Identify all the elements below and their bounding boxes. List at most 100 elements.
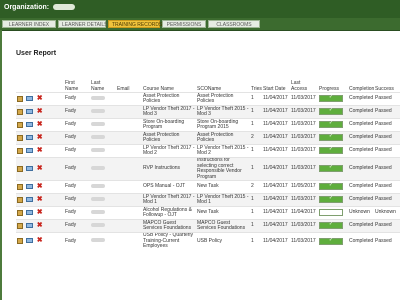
cell-email	[116, 93, 142, 106]
edit-icon[interactable]	[17, 108, 23, 115]
edit-icon[interactable]	[17, 196, 23, 203]
certificate-icon[interactable]	[26, 135, 34, 141]
cell-first-name: Fady	[65, 183, 77, 190]
cell-course-name: LP Vendor Theft 2017 - Mod 1	[143, 193, 195, 205]
delete-icon[interactable]: ✖	[37, 183, 43, 190]
header-success[interactable]: Success	[374, 76, 400, 93]
cell-first-name: Fady	[65, 95, 77, 102]
delete-icon[interactable]: ✖	[37, 134, 43, 141]
edit-icon[interactable]	[17, 237, 23, 244]
cell-course-name: LP Vendor Theft 2017 - Mod 3	[143, 105, 195, 117]
cell-sco-name: LP Vendor Theft 2015 - Mod 3	[197, 105, 249, 117]
edit-icon[interactable]	[17, 222, 23, 229]
cell-tries: 2	[251, 183, 254, 190]
check-icon: ✓	[328, 107, 334, 114]
certificate-icon[interactable]	[26, 223, 34, 229]
header-progress[interactable]: Progress	[318, 76, 348, 93]
cell-sco-name: Instructions for selecting correct Respo…	[197, 157, 242, 180]
tab-training-records[interactable]: TRAINING RECORDS	[108, 20, 162, 28]
header-last-name[interactable]: Last Name	[90, 76, 116, 93]
certificate-icon[interactable]	[26, 148, 34, 154]
cell-course-name: LP Vendor Theft 2017 - Mod 2	[143, 144, 195, 156]
cell-last-access: 11/03/2017	[291, 237, 316, 244]
cell-tries: 1	[251, 196, 254, 203]
cell-completion: Completed	[349, 183, 374, 190]
redacted-last-name	[91, 147, 105, 152]
delete-icon[interactable]: ✖	[37, 165, 43, 172]
tab-classrooms[interactable]: CLASSROOMS	[208, 20, 260, 28]
cell-completion: Completed	[349, 165, 374, 172]
cell-success: Passed	[375, 165, 392, 172]
edit-icon[interactable]	[17, 121, 23, 128]
cell-start-date: 11/04/2017	[263, 183, 288, 190]
row-actions: ✖	[16, 194, 64, 207]
cell-course-name: MAPCO Guest Services Foundations	[143, 219, 192, 231]
certificate-icon[interactable]	[26, 238, 34, 244]
edit-icon[interactable]	[17, 183, 23, 190]
progress-bar: ✓	[319, 196, 343, 204]
cell-course-name: Asset Protection Policies	[143, 131, 180, 143]
cell-sco-name: USB Policy	[197, 237, 223, 244]
delete-icon[interactable]: ✖	[37, 196, 43, 203]
table-row: ✖ Fady MAPCO Guest Services Foundations MA…	[16, 219, 400, 233]
delete-icon[interactable]: ✖	[37, 209, 43, 216]
header-sco-name[interactable]: SCOName	[196, 76, 250, 93]
cell-last-name	[90, 207, 116, 220]
cell-last-name	[90, 233, 116, 250]
delete-icon[interactable]: ✖	[37, 147, 43, 154]
delete-icon[interactable]: ✖	[37, 95, 43, 102]
certificate-icon[interactable]	[26, 166, 34, 172]
cell-first-name: Fady	[65, 165, 77, 172]
delete-icon[interactable]: ✖	[37, 121, 43, 128]
progress-bar: ✓	[319, 121, 343, 129]
tab-permissions[interactable]: PERMISSIONS	[162, 20, 206, 28]
table-row: ✖ Fady LP Vendor Theft 2017 - Mod 2 LP Ven…	[16, 144, 400, 158]
certificate-icon[interactable]	[26, 197, 34, 203]
row-actions: ✖	[16, 93, 64, 106]
tab-learner-index[interactable]: LEARNER INDEX	[2, 20, 56, 28]
delete-icon[interactable]: ✖	[37, 108, 43, 115]
certificate-icon[interactable]	[26, 122, 34, 128]
tab-learner-details[interactable]: LEARNER DETAILS	[58, 20, 107, 28]
table-row: ✖ Fady OPS Manual - OJT New Task 2 11/04/201…	[16, 180, 400, 194]
progress-bar: ✓	[319, 95, 343, 103]
cell-completion: Completed	[349, 237, 374, 244]
header-course-name[interactable]: Course Name	[142, 76, 196, 93]
cell-start-date: 11/04/2017	[263, 165, 288, 172]
edit-icon[interactable]	[17, 134, 23, 141]
cell-last-name	[90, 106, 116, 119]
certificate-icon[interactable]	[26, 109, 34, 115]
cell-last-name	[90, 158, 116, 181]
cell-start-date: 11/04/2017	[263, 222, 288, 229]
edit-icon[interactable]	[17, 165, 23, 172]
edit-icon[interactable]	[17, 95, 23, 102]
certificate-icon[interactable]	[26, 96, 34, 102]
header-last-access[interactable]: Last Access	[290, 76, 318, 93]
header-tries[interactable]: Tries	[250, 76, 262, 93]
edit-icon[interactable]	[17, 147, 23, 154]
header-completion[interactable]: Completion	[348, 76, 374, 93]
progress-bar: ✓	[319, 222, 343, 230]
cell-first-name: Fady	[65, 147, 77, 154]
delete-icon[interactable]: ✖	[37, 237, 43, 244]
progress-bar: ✓	[319, 134, 343, 142]
cell-completion: Completed	[349, 134, 374, 141]
delete-icon[interactable]: ✖	[37, 222, 43, 229]
cell-success: Passed	[375, 183, 392, 190]
cell-start-date: 11/04/2017	[263, 147, 288, 154]
certificate-icon[interactable]	[26, 184, 34, 190]
cell-last-name	[90, 119, 116, 132]
header-start-date[interactable]: Start Date	[262, 76, 290, 93]
cell-last-access: 11/03/2017	[291, 165, 316, 172]
header-email[interactable]: Email	[116, 76, 142, 93]
cell-completion: Unknown	[349, 209, 370, 216]
check-icon: ✓	[328, 182, 334, 189]
certificate-icon[interactable]	[26, 210, 34, 216]
table-row: ✖ Fady USB Policy - Quarterly Training-Cu…	[16, 232, 400, 250]
edit-icon[interactable]	[17, 209, 23, 216]
cell-start-date: 11/04/2017	[263, 134, 288, 141]
header-first-name[interactable]: First Name	[64, 76, 90, 93]
cell-tries: 1	[251, 147, 254, 154]
redacted-last-name	[91, 222, 105, 227]
cell-first-name: Fady	[65, 237, 77, 244]
